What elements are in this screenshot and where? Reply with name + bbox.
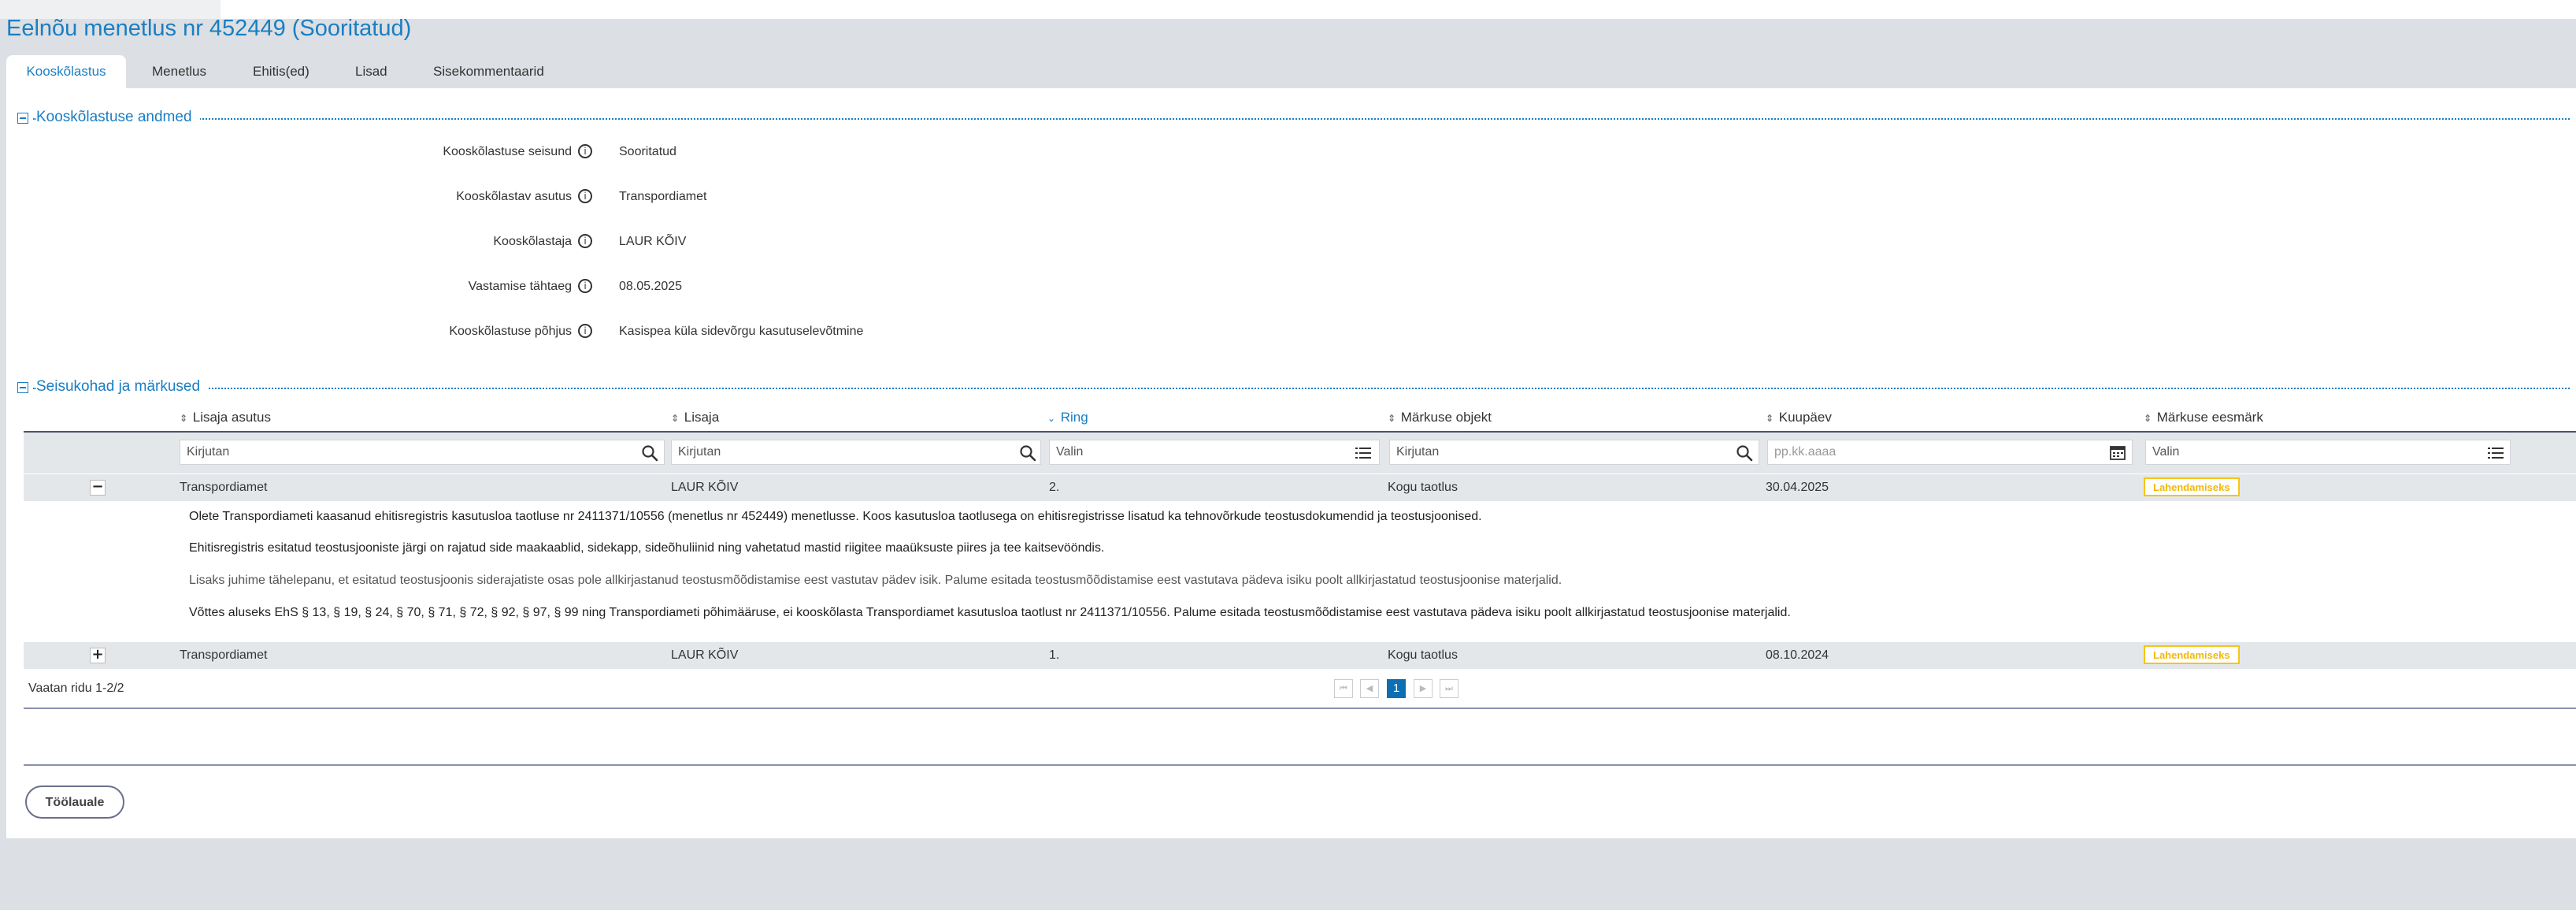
collapse-row-button[interactable]: − <box>90 480 106 496</box>
page-title: Eelnõu menetlus nr 452449 (Sooritatud) <box>6 16 412 41</box>
expand-row-button[interactable]: + <box>90 648 106 663</box>
tab-buildings[interactable]: Ehitis(ed) <box>253 55 309 88</box>
field-value-status: Sooritatud <box>619 145 676 158</box>
filter-date-input[interactable] <box>1767 440 2133 465</box>
column-header-author[interactable]: ⇕ Lisaja <box>671 410 719 425</box>
field-value-reason: Kasispea küla sidevõrgu kasutuselevõtmin… <box>619 325 864 338</box>
cell-object: Kogu taotlus <box>1388 648 1458 662</box>
column-header-date[interactable]: ⇕ Kuupäev <box>1766 410 1832 425</box>
table-footer-divider <box>24 708 2576 709</box>
field-value-deadline: 08.05.2025 <box>619 280 683 293</box>
sort-icon: ⇕ <box>1766 413 1774 424</box>
status-badge: Lahendamiseks <box>2144 477 2240 496</box>
column-header-round[interactable]: ⌄ Ring <box>1047 410 1088 425</box>
cell-object: Kogu taotlus <box>1388 481 1458 494</box>
prev-page-icon[interactable]: ◀ <box>1360 679 1379 698</box>
remark-detail-text: Ehitisregistris esitatud teostusjooniste… <box>189 541 1105 555</box>
column-header-label: Märkuse objekt <box>1400 410 1492 425</box>
tab-internal-comments[interactable]: Sisekommentaarid <box>433 55 544 88</box>
sort-icon: ⇕ <box>671 413 680 424</box>
tab-attachments[interactable]: Lisad <box>355 55 387 88</box>
column-header-label: Lisaja asutus <box>192 410 271 425</box>
next-page-icon[interactable]: ▶ <box>1414 679 1433 698</box>
collapse-icon[interactable] <box>17 113 28 124</box>
remark-detail-text: Olete Transpordiameti kaasanud ehitisreg… <box>189 510 1482 523</box>
cell-round: 2. <box>1049 481 1060 494</box>
search-icon[interactable] <box>1019 444 1036 462</box>
sort-icon: ⇕ <box>2144 413 2152 424</box>
search-icon[interactable] <box>1736 444 1753 462</box>
tab-approval[interactable]: Kooskõlastus <box>6 55 126 88</box>
search-icon[interactable] <box>641 444 658 462</box>
cell-author: LAUR KÕIV <box>671 481 739 494</box>
filter-institution-input[interactable] <box>180 440 665 465</box>
approval-section-title: Kooskõlastuse andmed <box>36 109 200 126</box>
column-header-label: Ring <box>1060 410 1088 425</box>
section-divider <box>33 118 2570 120</box>
cell-author: LAUR KÕIV <box>671 648 739 662</box>
field-label-status: Kooskõlastuse seisund <box>443 145 572 158</box>
row-count: Vaatan ridu 1-2/2 <box>28 682 124 695</box>
approval-section-header[interactable]: Kooskõlastuse andmed <box>17 109 2570 128</box>
field-label-reason: Kooskõlastuse põhjus <box>449 325 572 338</box>
info-icon[interactable]: i <box>578 234 592 248</box>
remarks-section-header[interactable]: Seisukohad ja märkused <box>17 378 2570 397</box>
field-value-institution: Transpordiamet <box>619 190 707 203</box>
list-icon[interactable] <box>2487 444 2504 462</box>
filter-purpose-select[interactable] <box>2145 440 2511 465</box>
cell-date: 08.10.2024 <box>1766 648 1829 662</box>
field-label-institution: Kooskõlastav asutus <box>456 190 572 203</box>
column-header-label: Kuupäev <box>1778 410 1832 425</box>
filter-author-input[interactable] <box>671 440 1041 465</box>
info-icon[interactable]: i <box>578 144 592 158</box>
back-to-dashboard-button[interactable]: Töölauale <box>25 786 124 819</box>
cell-institution: Transpordiamet <box>180 481 268 494</box>
remark-detail-text: Lisaks juhime tähelepanu, et esitatud te… <box>189 574 1562 587</box>
sort-icon: ⇕ <box>180 413 188 424</box>
last-page-icon[interactable]: ⏭ <box>1440 679 1458 698</box>
tab-procedure[interactable]: Menetlus <box>152 55 206 88</box>
filter-object-input[interactable] <box>1389 440 1759 465</box>
column-header-label: Lisaja <box>684 410 720 425</box>
page-1-button[interactable]: 1 <box>1387 679 1406 698</box>
info-icon[interactable]: i <box>578 324 592 338</box>
list-icon[interactable] <box>1355 444 1372 462</box>
column-header-purpose[interactable]: ⇕ Märkuse eesmärk <box>2144 410 2263 425</box>
cell-institution: Transpordiamet <box>180 648 268 662</box>
first-page-icon[interactable]: ⏮ <box>1334 679 1353 698</box>
section-divider <box>33 388 2570 389</box>
status-badge: Lahendamiseks <box>2144 645 2240 664</box>
calendar-icon[interactable] <box>2109 444 2126 462</box>
remarks-section-title: Seisukohad ja märkused <box>36 378 209 396</box>
info-icon[interactable]: i <box>578 189 592 203</box>
cell-date: 30.04.2025 <box>1766 481 1829 494</box>
column-header-label: Märkuse eesmärk <box>2156 410 2263 425</box>
info-icon[interactable]: i <box>578 279 592 293</box>
remark-detail-text: Võttes aluseks EhS § 13, § 19, § 24, § 7… <box>189 606 1791 619</box>
filter-round-select[interactable] <box>1049 440 1380 465</box>
sort-desc-icon: ⌄ <box>1047 413 1056 424</box>
column-header-object[interactable]: ⇕ Märkuse objekt <box>1388 410 1492 425</box>
cell-round: 1. <box>1049 648 1060 662</box>
field-label-deadline: Vastamise tähtaeg <box>468 280 572 293</box>
sort-icon: ⇕ <box>1388 413 1396 424</box>
column-header-institution[interactable]: ⇕ Lisaja asutus <box>180 410 271 425</box>
footer-divider <box>24 764 2576 766</box>
collapse-icon[interactable] <box>17 382 28 393</box>
field-label-approver: Kooskõlastaja <box>493 235 572 248</box>
field-value-approver: LAUR KÕIV <box>619 235 687 248</box>
